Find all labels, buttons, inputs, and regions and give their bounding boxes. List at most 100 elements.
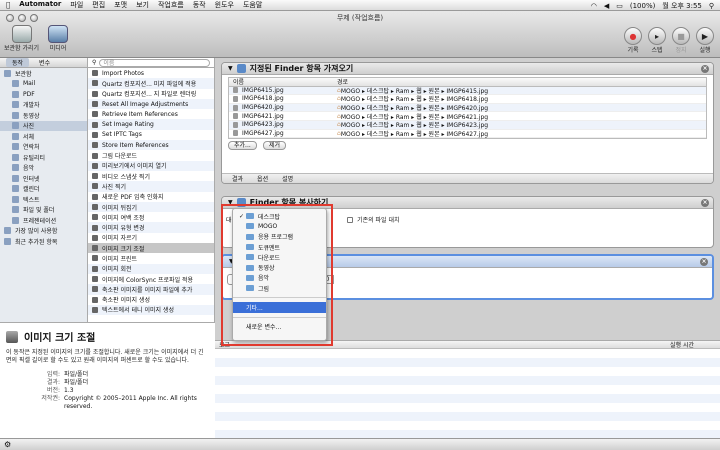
menu-item[interactable]: 보기: [136, 0, 149, 10]
options-tab[interactable]: 옵션: [257, 174, 268, 183]
action-item[interactable]: 이미지 유형 변경: [88, 222, 214, 233]
stop-button[interactable]: ■ 정지: [672, 27, 690, 54]
table-row[interactable]: IMGP6427.jpg ⌂ MOGO ▸ 데스크탑 ▸ Ram ▸ 웹 ▸ 원본…: [229, 130, 706, 139]
library-item[interactable]: 유틸리티: [0, 152, 87, 163]
remove-button[interactable]: 제거: [263, 141, 287, 151]
library-item[interactable]: 서체: [0, 131, 87, 142]
library-item[interactable]: 가장 많이 사용함: [0, 226, 87, 237]
spotlight-icon[interactable]: ⚲: [709, 2, 714, 10]
gear-icon[interactable]: ⚙: [4, 440, 11, 449]
tab-variables[interactable]: 변수: [29, 58, 60, 67]
action-item[interactable]: 이미지 프린트: [88, 253, 214, 263]
clock[interactable]: 월 오후 3:55: [662, 1, 702, 11]
replace-checkbox[interactable]: [347, 216, 354, 223]
library-item[interactable]: 텍스트: [0, 194, 87, 205]
duration-column-header[interactable]: 실행 시간: [670, 340, 694, 349]
action-item[interactable]: Reset All Image Adjustments: [88, 98, 214, 110]
action-item[interactable]: Retrieve Item References: [88, 109, 214, 119]
menu-item[interactable]: 포맷: [114, 0, 127, 10]
folder-icon: [246, 285, 254, 292]
tab-actions[interactable]: 동작: [6, 58, 30, 67]
close-icon[interactable]: ×: [701, 65, 709, 73]
library-item[interactable]: 인터넷: [0, 173, 87, 184]
record-button[interactable]: ● 기록: [624, 27, 642, 54]
panel2-title: Finder 항목 복사하기: [249, 198, 329, 207]
action-item[interactable]: 이미지 뒤집기: [88, 201, 214, 213]
dropdown-item[interactable]: 기타...: [233, 302, 326, 313]
log-column-header[interactable]: 로그: [219, 340, 230, 349]
library-item[interactable]: 개발자: [0, 100, 87, 111]
step-button[interactable]: ▸ 스텝: [648, 27, 666, 54]
library-item[interactable]: 연락처: [0, 142, 87, 153]
close-icon[interactable]: ×: [700, 258, 708, 266]
menu-item[interactable]: 동작: [193, 0, 206, 10]
action-item[interactable]: Quartz 컴포지션... 미지 파일에 적용: [88, 78, 214, 89]
menu-item[interactable]: 도움말: [243, 0, 262, 10]
library-item[interactable]: 사진: [0, 120, 87, 131]
dropdown-item[interactable]: 음악: [233, 273, 326, 283]
library-item[interactable]: 동영상: [0, 110, 87, 121]
action-item[interactable]: Quartz 컴포지션... 지 파일로 렌더링: [88, 89, 214, 99]
close-icon[interactable]: ×: [701, 199, 709, 207]
menu-item[interactable]: Automator: [19, 0, 61, 10]
action-item[interactable]: 텍스트에서 테니 이미지 생성: [88, 304, 214, 316]
results-tab[interactable]: 결과: [232, 174, 243, 183]
library-item[interactable]: 보관함: [0, 68, 87, 79]
action-item[interactable]: 이미지 회전: [88, 263, 214, 274]
dropdown-item[interactable]: 그림: [233, 283, 326, 293]
action-item[interactable]: Set IPTC Tags: [88, 130, 214, 140]
action-item[interactable]: 축소판 이미지를 이미지 파일에 추가: [88, 284, 214, 295]
action-item[interactable]: 미리보기에서 이미지 열기: [88, 160, 214, 171]
media-button[interactable]: 미디어: [48, 25, 68, 52]
dropdown-item[interactable]: 동영상: [233, 262, 326, 272]
dropdown-item[interactable]: 새로운 변수...: [233, 322, 326, 332]
library-item[interactable]: 음악: [0, 163, 87, 174]
dropdown-item-label: 기타...: [246, 305, 263, 313]
menu-item[interactable]: 파일: [70, 0, 83, 10]
menu-item[interactable]: 윈도우: [215, 0, 234, 10]
action-item[interactable]: Import Photos: [88, 68, 214, 78]
category-icon: [12, 206, 19, 214]
library-item[interactable]: 캘린더: [0, 184, 87, 195]
add-button[interactable]: 추가...: [228, 141, 257, 151]
column-header-name[interactable]: 이름: [229, 77, 337, 86]
disclosure-triangle-icon[interactable]: ▼: [228, 65, 233, 72]
library-item-label: 개발자: [23, 102, 40, 110]
library-item[interactable]: Mail: [0, 79, 87, 90]
battery-icon[interactable]: ▭: [616, 2, 623, 10]
menu-item[interactable]: 편집: [92, 0, 105, 10]
volume-icon[interactable]: ◀: [604, 2, 609, 10]
apple-menu-icon[interactable]: : [6, 1, 10, 9]
action-item[interactable]: Set Image Rating: [88, 119, 214, 130]
action-item[interactable]: 축소판 이미지 생성: [88, 295, 214, 305]
action-item[interactable]: 그림 다운로드: [88, 150, 214, 160]
action-item[interactable]: 이미지에 ColorSync 프로파일 적용: [88, 274, 214, 284]
hide-library-button[interactable]: 보관함 가리기: [4, 25, 39, 52]
action-item[interactable]: 사진 찍기: [88, 181, 214, 192]
description-row: 입력: 파일/폴더: [6, 371, 209, 379]
action-item[interactable]: 새로운 PDF 임축 인화지: [88, 192, 214, 202]
action-item[interactable]: 이미지 자르기: [88, 233, 214, 243]
action-item[interactable]: 이미지 여백 조정: [88, 212, 214, 222]
dropdown-item[interactable]: ✓ 데스크탑: [233, 211, 326, 221]
library-item[interactable]: PDF: [0, 89, 87, 100]
dropdown-item[interactable]: 응용 프로그램: [233, 232, 326, 242]
library-item[interactable]: 프레젠테이션: [0, 215, 87, 226]
target-dropdown-menu: ✓ 데스크탑 MOGO 응용 프로그램 도큐멘트 다운로드 동영상 음악 그림기타... 새로운 …: [232, 208, 327, 341]
disclosure-triangle-icon[interactable]: ▼: [228, 199, 233, 206]
menu-item[interactable]: 작업흐름: [158, 0, 184, 10]
action-icon: [92, 224, 98, 231]
library-item[interactable]: 최근 추가된 항목: [0, 236, 87, 247]
dropdown-item[interactable]: 도큐멘트: [233, 242, 326, 252]
description-tab[interactable]: 설명: [282, 174, 293, 183]
category-icon: [12, 122, 19, 130]
library-item[interactable]: 파일 및 폴더: [0, 205, 87, 216]
search-input[interactable]: 이름: [99, 58, 210, 67]
run-button[interactable]: ▶ 실행: [696, 27, 714, 54]
dropdown-item[interactable]: MOGO: [233, 221, 326, 231]
wifi-icon[interactable]: ◠: [591, 2, 597, 10]
action-item[interactable]: 비디오 스냅샷 찍기: [88, 171, 214, 181]
dropdown-item[interactable]: 다운로드: [233, 252, 326, 262]
action-item[interactable]: Store Item References: [88, 140, 214, 151]
action-item[interactable]: 이미지 크기 조절: [88, 243, 214, 254]
